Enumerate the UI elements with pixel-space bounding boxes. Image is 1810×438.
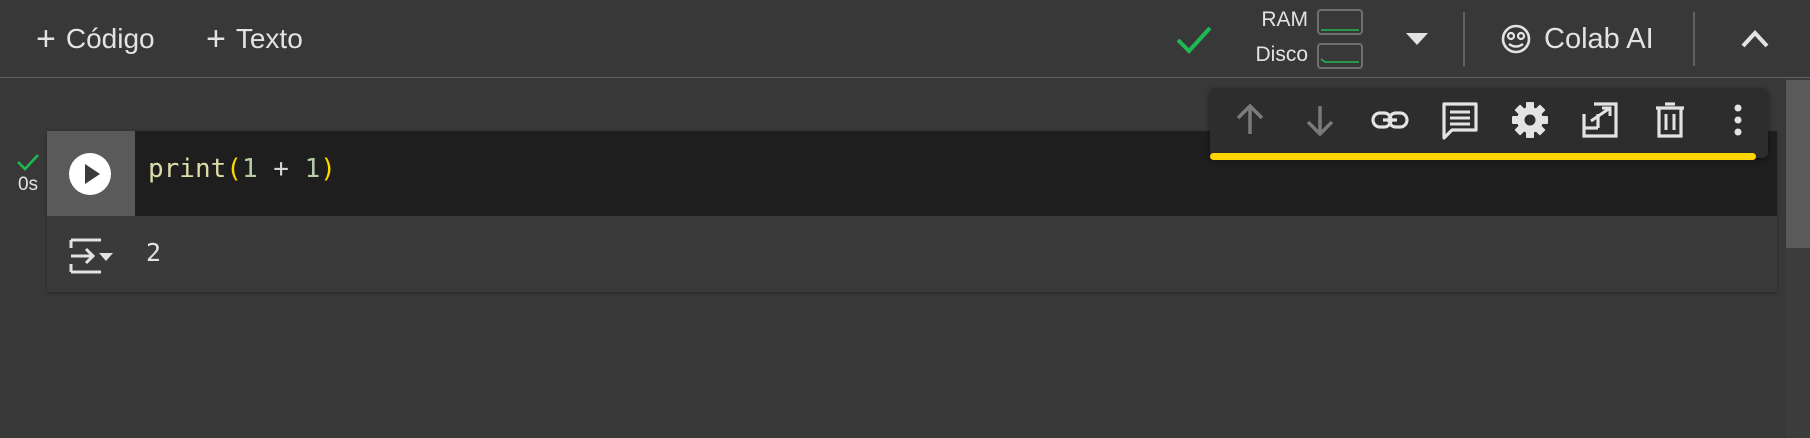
colab-ai-icon bbox=[1501, 24, 1531, 54]
colab-ai-button[interactable]: Colab AI bbox=[1500, 18, 1654, 60]
code-token-function: print bbox=[148, 154, 227, 184]
cell-execution-status: 0s bbox=[8, 152, 48, 196]
run-cell-button[interactable] bbox=[69, 153, 111, 195]
arrow-up-icon[interactable] bbox=[1230, 100, 1270, 140]
colab-ai-label: Colab AI bbox=[1544, 22, 1654, 55]
plus-icon: + bbox=[36, 20, 56, 58]
disk-label: Disco bbox=[1255, 43, 1308, 66]
ram-sparkline-icon bbox=[1321, 29, 1359, 31]
code-token-number: 1 bbox=[241, 154, 258, 184]
execution-time: 0s bbox=[17, 174, 39, 195]
add-code-button[interactable]: + Código bbox=[36, 18, 155, 60]
add-text-button[interactable]: + Texto bbox=[206, 18, 303, 60]
add-text-label: Texto bbox=[235, 23, 303, 54]
run-gutter bbox=[47, 131, 135, 216]
code-token-paren: ) bbox=[320, 154, 336, 184]
cell-toolbar bbox=[1210, 88, 1768, 158]
plus-icon: + bbox=[206, 20, 226, 58]
disk-usage-meter[interactable] bbox=[1317, 43, 1363, 69]
gear-icon[interactable] bbox=[1510, 100, 1550, 140]
trash-icon[interactable] bbox=[1650, 100, 1690, 140]
play-icon bbox=[85, 164, 100, 184]
output-actions-icon[interactable] bbox=[67, 236, 117, 276]
scrollbar-thumb[interactable] bbox=[1786, 80, 1810, 248]
more-vert-icon[interactable] bbox=[1718, 100, 1758, 140]
code-token-operator: + bbox=[257, 154, 305, 184]
mirror-cell-icon[interactable] bbox=[1580, 100, 1620, 140]
add-code-label: Código bbox=[65, 23, 155, 54]
toolbar-divider bbox=[1463, 12, 1465, 66]
code-token-paren: ( bbox=[226, 154, 242, 184]
notebook-toolbar: + Código + Texto RAM Disco Colab AI bbox=[0, 0, 1810, 78]
toolbar-divider bbox=[1693, 12, 1695, 66]
disk-sparkline-icon bbox=[1320, 58, 1359, 63]
cell-output: 2 bbox=[47, 216, 1777, 292]
code-line[interactable]: print(1 + 1) bbox=[148, 154, 336, 184]
runtime-dropdown-icon[interactable] bbox=[1403, 30, 1431, 48]
output-text: 2 bbox=[146, 238, 162, 267]
execution-success-icon bbox=[17, 154, 39, 171]
connected-check-icon[interactable] bbox=[1174, 22, 1214, 58]
colab-notebook: + Código + Texto RAM Disco Colab AI 0s p… bbox=[0, 0, 1810, 438]
code-token-number: 1 bbox=[304, 154, 321, 184]
collapse-chevron-up-icon[interactable] bbox=[1738, 24, 1772, 54]
ram-label: RAM bbox=[1261, 8, 1308, 31]
comment-icon[interactable] bbox=[1440, 100, 1480, 140]
link-icon[interactable] bbox=[1370, 100, 1410, 140]
arrow-down-icon[interactable] bbox=[1300, 100, 1340, 140]
ram-usage-meter[interactable] bbox=[1317, 9, 1363, 35]
cell-toolbar-highlight bbox=[1210, 153, 1756, 160]
